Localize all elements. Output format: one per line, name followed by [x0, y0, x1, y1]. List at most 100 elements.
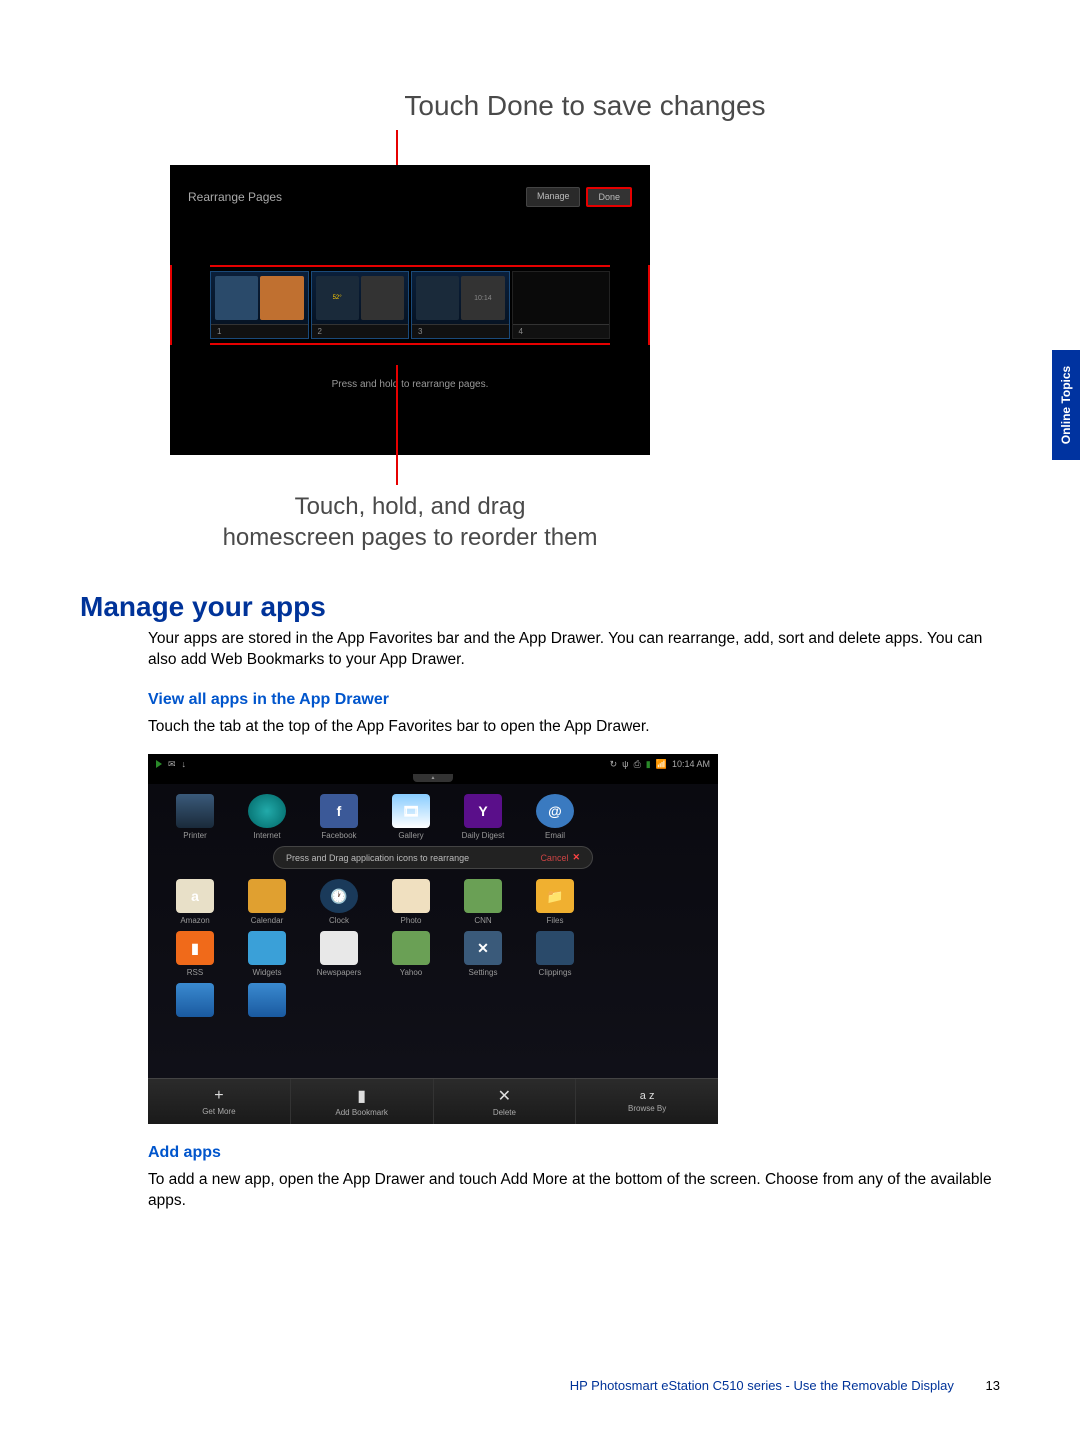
app-newspapers[interactable]: Newspapers [310, 931, 368, 977]
document-page: Touch Done to save changes Rearrange Pag… [0, 0, 1080, 1278]
page-thumb-2[interactable]: 52° 2 [311, 271, 410, 339]
app-icon [248, 983, 286, 1017]
Clippings-icon [536, 931, 574, 965]
RSS-icon: ▮ [176, 931, 214, 965]
app-settings[interactable]: ✕ Settings [454, 931, 512, 977]
app-label: Newspapers [317, 968, 361, 977]
app-label: Daily Digest [462, 831, 505, 840]
app-label: Calendar [251, 916, 283, 925]
manage-button[interactable]: Manage [526, 187, 581, 207]
usb-icon: ψ [622, 759, 628, 769]
bottom-bar: + Get More ▮ Add Bookmark ✕ Delete a z B… [148, 1078, 718, 1124]
status-time: 10:14 AM [672, 759, 710, 769]
Files-icon: 📁 [536, 879, 574, 913]
app-label: Widgets [253, 968, 282, 977]
Printer-icon [176, 794, 214, 828]
screenshot-app-drawer: ✉ ↓ ↻ ψ ⎙ ▮ 📶 10:14 AM Printer Internet fF… [148, 754, 718, 1124]
done-button[interactable]: Done [586, 187, 632, 207]
app-email[interactable]: @ Email [526, 794, 584, 840]
app-rss[interactable]: ▮ RSS [166, 931, 224, 977]
Widgets-icon [248, 931, 286, 965]
app-row-1: Printer Internet fFacebook 🎞Gallery Y Daily D… [166, 794, 700, 840]
page-thumb-3[interactable]: 10:14 3 [411, 271, 510, 339]
app-printer[interactable]: Printer [166, 794, 224, 840]
page-footer: HP Photosmart eStation C510 series - Use… [570, 1378, 1000, 1393]
Photo-icon [392, 879, 430, 913]
page-thumb-1[interactable]: 1 [210, 271, 309, 339]
plus-icon: + [214, 1087, 223, 1105]
app-label: Printer [183, 831, 207, 840]
Email-icon: @ [536, 794, 574, 828]
mail-icon: ✉ [168, 759, 176, 770]
ss1-hint: Press and hold to rearrange pages. [170, 379, 650, 390]
app-label: Clock [329, 916, 349, 925]
cancel-button[interactable]: Cancel ✕ [540, 852, 580, 863]
CNN-icon [464, 879, 502, 913]
app-calendar[interactable]: Calendar [238, 879, 296, 925]
app-facebook[interactable]: fFacebook [310, 794, 368, 840]
app-yahoo[interactable]: Yahoo [382, 931, 440, 977]
Yahoo-icon [392, 931, 430, 965]
page-thumb-4[interactable]: 4 [512, 271, 611, 339]
app-widgets[interactable]: Widgets [238, 931, 296, 977]
Settings-icon: ✕ [464, 931, 502, 965]
heading-manage-your-apps: Manage your apps [80, 591, 1000, 623]
Clock-icon: 🕐 [320, 879, 358, 913]
app-label: Yahoo [400, 968, 423, 977]
drawer-tab[interactable] [148, 774, 718, 784]
app-photo[interactable]: Photo [382, 879, 440, 925]
paragraph-intro: Your apps are stored in the App Favorite… [148, 629, 1000, 671]
play-icon [156, 760, 162, 768]
ss1-title: Rearrange Pages [188, 190, 282, 204]
browse-by-button[interactable]: a z Browse By [576, 1079, 718, 1124]
get-more-button[interactable]: + Get More [148, 1079, 291, 1124]
app-row-2: a Amazon Calendar 🕐 Clock Photo CNN 📁 Files [166, 879, 700, 925]
print-icon: ⎙ [634, 759, 641, 770]
app-clock[interactable]: 🕐 Clock [310, 879, 368, 925]
app-files[interactable]: 📁 Files [526, 879, 584, 925]
app-label: Internet [253, 831, 280, 840]
bookmark-icon: ▮ [357, 1086, 366, 1106]
app-label: Clippings [539, 968, 572, 977]
rearrange-banner: Press and Drag application icons to rear… [273, 846, 593, 869]
sort-icon: a z [640, 1091, 655, 1102]
delete-icon: ✕ [498, 1086, 511, 1106]
callout-line-top [170, 130, 1000, 165]
wifi-icon: 📶 [656, 759, 667, 770]
app-item[interactable] [238, 983, 296, 1020]
app-icon [176, 983, 214, 1017]
app-label: Facebook [321, 831, 356, 840]
app-label: Gallery [398, 831, 423, 840]
app-cnn[interactable]: CNN [454, 879, 512, 925]
sync-icon: ↻ [610, 759, 618, 770]
paragraph-add-apps: To add a new app, open the App Drawer an… [148, 1170, 1000, 1212]
delete-button[interactable]: ✕ Delete [434, 1079, 577, 1124]
app-item[interactable] [166, 983, 224, 1020]
app-row-3: ▮ RSS Widgets Newspapers Yahoo ✕ Settings Clipp… [166, 931, 700, 977]
page-thumbnails-row: 1 52° 2 10:14 3 [210, 265, 610, 345]
app-label: Files [547, 916, 564, 925]
app-label: Email [545, 831, 565, 840]
app-internet[interactable]: Internet [238, 794, 296, 840]
app-label: Amazon [180, 916, 209, 925]
app-gallery[interactable]: 🎞Gallery [382, 794, 440, 840]
app-clippings[interactable]: Clippings [526, 931, 584, 977]
app-row-4 [166, 983, 700, 1020]
app-label: RSS [187, 968, 203, 977]
Daily Digest-icon: Y [464, 794, 502, 828]
app-label: Photo [401, 916, 422, 925]
app-label: Settings [469, 968, 498, 977]
close-icon: ✕ [572, 852, 580, 863]
callout-line-bottom [170, 455, 1000, 485]
add-bookmark-button[interactable]: ▮ Add Bookmark [291, 1079, 434, 1124]
screenshot-rearrange-pages: Rearrange Pages Manage Done 1 52° [170, 165, 650, 455]
Amazon-icon: a [176, 879, 214, 913]
app-daily-digest[interactable]: Y Daily Digest [454, 794, 512, 840]
status-bar: ✉ ↓ ↻ ψ ⎙ ▮ 📶 10:14 AM [148, 754, 718, 774]
app-label: CNN [474, 916, 491, 925]
annotation-bottom: Touch, hold, and drag homescreen pages t… [170, 491, 650, 553]
download-icon: ↓ [182, 759, 187, 769]
paragraph-view-apps: Touch the tab at the top of the App Favo… [148, 717, 1000, 738]
app-amazon[interactable]: a Amazon [166, 879, 224, 925]
Calendar-icon [248, 879, 286, 913]
